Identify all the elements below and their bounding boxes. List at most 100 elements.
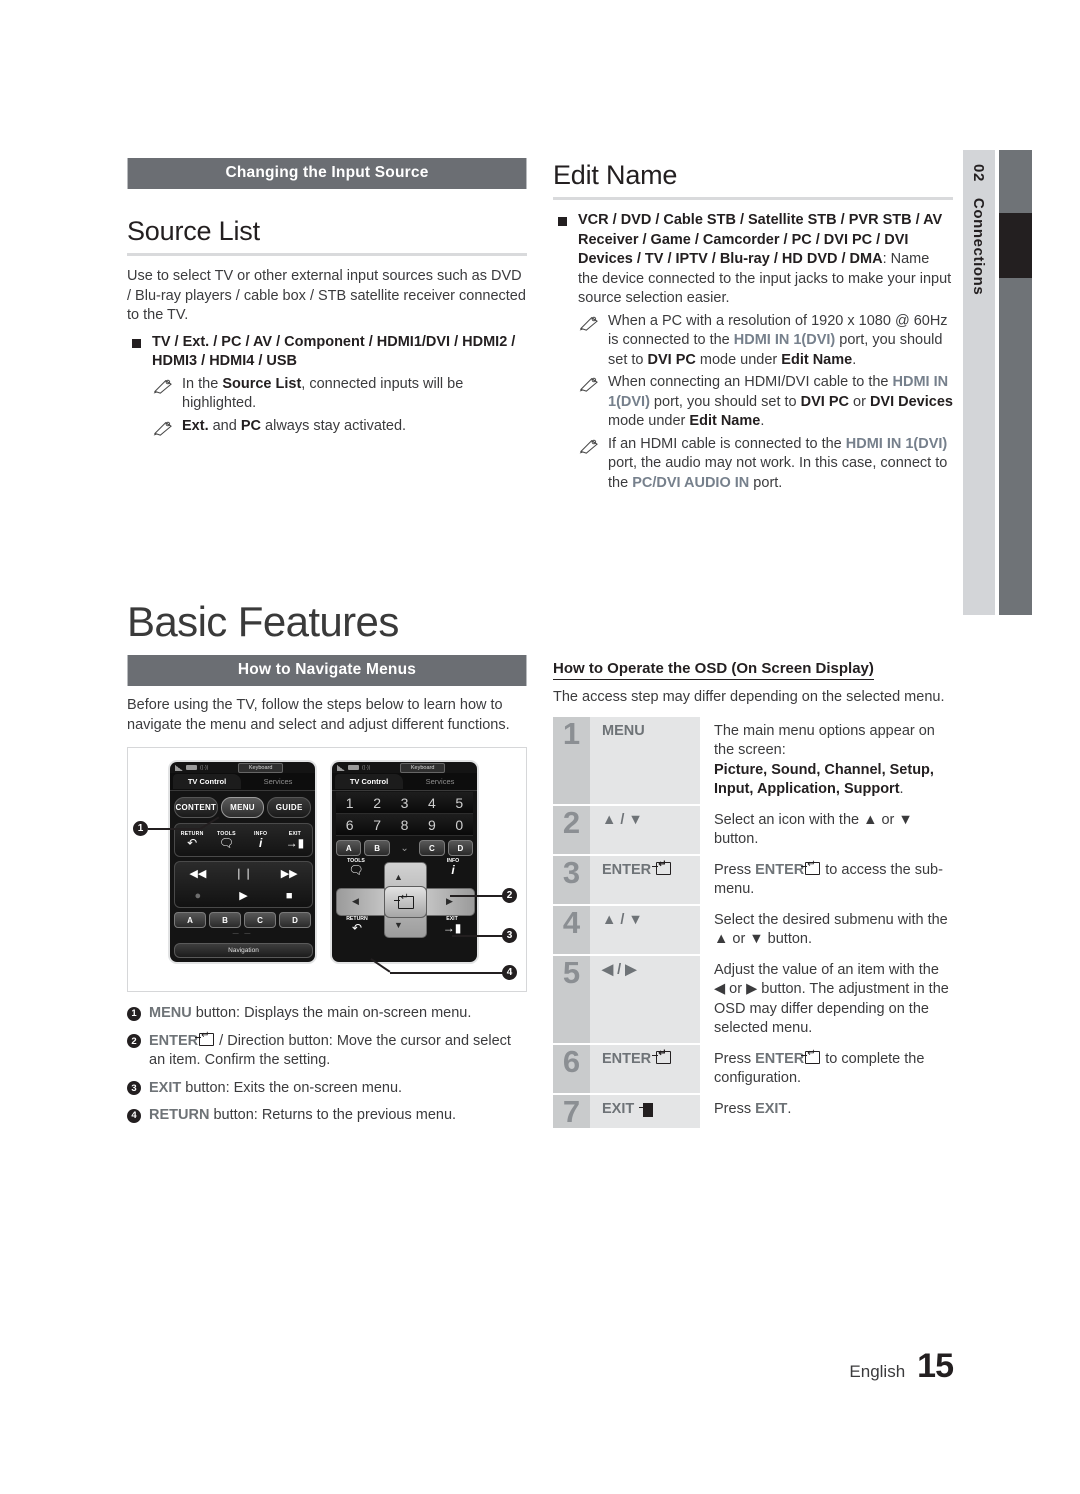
osd-step-key: ▲ / ▼ — [590, 805, 700, 854]
osd-step-key: ▲ / ▼ — [590, 905, 700, 954]
num-key-2[interactable]: 2 — [363, 792, 391, 814]
edit-name-device-list: VCR / DVD / Cable STB / Satellite STB / … — [578, 212, 943, 267]
chapter-title: Connections — [970, 197, 988, 296]
pause-icon[interactable]: ❘❘ — [234, 867, 252, 880]
color-button-b[interactable]: B — [364, 840, 390, 856]
page-indicator: — — — [232, 931, 253, 937]
status-bar: ((·)) Keyboard — [332, 762, 477, 773]
legend-key-enter: ENTER — [149, 1032, 199, 1049]
color-button-b[interactable]: B — [209, 912, 241, 928]
navigation-bar[interactable]: Navigation — [174, 943, 313, 958]
exit-button[interactable]: EXIT →▮ — [278, 824, 312, 856]
exit-icon: →▮ — [285, 835, 305, 850]
num-key-5[interactable]: 5 — [445, 792, 473, 814]
tab-services[interactable]: Services — [246, 774, 310, 789]
record-icon[interactable]: ● — [195, 890, 202, 902]
edit-name-colon: : — [882, 251, 887, 267]
edit-name-bullet-text: VCR / DVD / Cable STB / Satellite STB / … — [578, 211, 953, 309]
edit-name-bullet: VCR / DVD / Cable STB / Satellite STB / … — [553, 211, 953, 309]
keyboard-button[interactable]: Keyboard — [237, 762, 284, 773]
status-bar: ((·)) Keyboard — [170, 762, 315, 773]
color-button-a[interactable]: A — [174, 912, 206, 928]
num-key-0[interactable]: 0 — [445, 814, 473, 836]
stop-icon[interactable]: ■ — [286, 890, 293, 902]
dpad-down-icon[interactable]: ▼ — [394, 920, 403, 930]
dpad-enter-button[interactable]: ↵ — [384, 886, 427, 918]
osd-desc-tail: . — [899, 781, 904, 797]
osd-step-number: 6 — [553, 1044, 590, 1093]
num-key-7[interactable]: 7 — [363, 814, 391, 836]
num-key-8[interactable]: 8 — [390, 814, 419, 836]
callout-line-4 — [390, 972, 504, 974]
legend-key-return: RETURN — [149, 1107, 210, 1123]
osd-step-row: 3 ENTER Press ENTER to access the sub-me… — [553, 855, 953, 904]
color-button-c[interactable]: C — [244, 912, 276, 928]
num-key-3[interactable]: 3 — [390, 792, 419, 814]
play-icon[interactable]: ▶ — [239, 889, 247, 902]
osd-step-row: 5 ◀ / ▶ Adjust the value of an item with… — [553, 955, 953, 1043]
info-button[interactable]: INFO i — [435, 858, 471, 877]
callout-line-2 — [450, 895, 504, 897]
heading-rule — [553, 197, 953, 200]
manual-page: 0 2 Connections Changing the Input Source… — [0, 0, 1080, 1494]
note-text: In the Source List, connected inputs wil… — [182, 375, 464, 412]
keyboard-button[interactable]: Keyboard — [399, 762, 446, 773]
section-bar-changing-input-source: Changing the Input Source — [127, 158, 527, 189]
tab-services[interactable]: Services — [408, 774, 472, 789]
tools-button[interactable]: TOOLS 🗨 — [338, 858, 374, 877]
source-list-intro: Use to select TV or other external input… — [127, 268, 526, 323]
num-key-1[interactable]: 1 — [336, 792, 364, 814]
osd-desc-key: ENTER — [755, 1050, 805, 1067]
osd-section: How to Operate the OSD (On Screen Displa… — [553, 660, 953, 1130]
dpad-up-icon[interactable]: ▲ — [394, 872, 403, 882]
osd-step-row: 1 MENU The main menu options appear on t… — [553, 716, 953, 804]
pencil-icon — [579, 377, 598, 392]
menu-button[interactable]: MENU — [220, 797, 265, 818]
exit-glyph-icon — [639, 1102, 654, 1117]
legend-number-2: 2 — [127, 1032, 149, 1071]
wifi-icon: ((·)) — [200, 764, 209, 771]
note-item: When connecting an HDMI/DVI cable to the… — [553, 373, 953, 432]
info-button[interactable]: INFO i — [244, 824, 278, 856]
osd-step-key: ENTER — [590, 1044, 700, 1093]
navigate-menus-section: How to Navigate Menus Before using the T… — [127, 655, 527, 1126]
color-button-c[interactable]: C — [419, 840, 445, 856]
osd-step-row: 7 EXIT Press EXIT. — [553, 1094, 953, 1128]
pencil-icon — [579, 316, 598, 331]
exit-icon: →▮ — [442, 921, 462, 935]
color-button-d[interactable]: D — [447, 840, 474, 856]
osd-step-row: 4 ▲ / ▼ Select the desired submenu with … — [553, 905, 953, 954]
tools-button[interactable]: TOOLS 🗨 — [209, 824, 243, 856]
tab-tv-control[interactable]: TV Control — [173, 774, 241, 789]
enter-arrow-icon: ↵ — [400, 891, 409, 903]
device-screen-a: ((·)) Keyboard TV Control Services CONTE… — [170, 762, 315, 962]
number-pad: 1 2 3 4 5 6 7 8 9 0 — [336, 792, 473, 836]
num-key-9[interactable]: 9 — [418, 814, 446, 836]
osd-key-text: ENTER — [602, 1050, 652, 1067]
osd-step-key: ENTER — [590, 855, 700, 904]
osd-step-desc: Select an icon with the ▲ or ▼ button. — [714, 811, 913, 848]
content-button[interactable]: CONTENT — [174, 797, 218, 818]
num-key-4[interactable]: 4 — [418, 792, 446, 814]
exit-button[interactable]: EXIT →▮ — [433, 916, 471, 935]
legend-item-2: 2 ENTER / Direction button: Move the cur… — [127, 1030, 527, 1071]
num-key-6[interactable]: 6 — [336, 814, 364, 836]
osd-step-desc: Select the desired submenu with the ▲ or… — [714, 911, 948, 948]
color-button-d[interactable]: D — [279, 912, 311, 928]
rewind-icon[interactable]: ◀◀ — [189, 867, 206, 880]
battery-icon — [186, 765, 197, 770]
callout-line-1 — [148, 828, 200, 830]
tab-tv-control[interactable]: TV Control — [335, 774, 403, 789]
remote-app-figure: ((·)) Keyboard TV Control Services CONTE… — [127, 747, 527, 992]
fast-forward-icon[interactable]: ▶▶ — [281, 867, 298, 880]
dpad-right-icon[interactable]: ▶ — [446, 896, 453, 907]
legend-number-4: 4 — [127, 1106, 149, 1126]
battery-icon — [348, 765, 359, 770]
guide-button[interactable]: GUIDE — [267, 797, 312, 818]
dpad-left-icon[interactable]: ◀ — [352, 896, 359, 907]
source-list-bullet: TV / Ext. / PC / AV / Component / HDMI1/… — [127, 333, 527, 372]
return-button[interactable]: RETURN ↶ — [336, 916, 378, 935]
color-button-a[interactable]: A — [336, 840, 362, 856]
collapse-chevron-icon[interactable]: ⌄ — [393, 840, 416, 856]
page-footer: English 15 — [849, 1347, 954, 1386]
